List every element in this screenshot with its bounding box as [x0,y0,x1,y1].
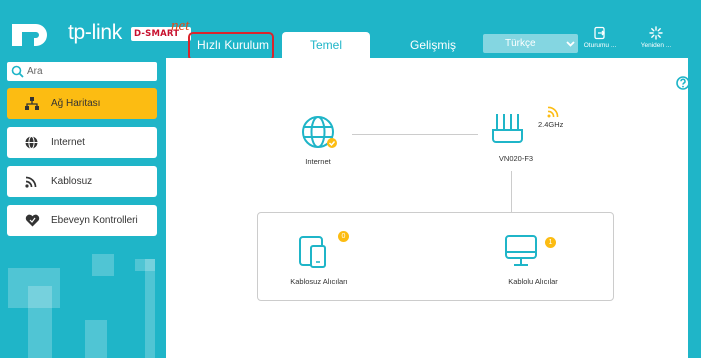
language-value: Türkçe [505,38,536,49]
internet-label: Internet [305,157,331,166]
tab-advanced[interactable]: Gelişmiş [390,32,476,58]
sidebar-item-wireless[interactable]: Kablosuz [7,166,157,197]
wired-count-badge: 1 [545,237,556,248]
logo-text: tp-link [68,21,122,44]
heart-icon [25,214,40,227]
router-node[interactable] [488,106,559,152]
decorative-shape [28,286,52,358]
globe-icon [302,116,337,148]
reboot-label: Yeniden ... [640,42,672,49]
router-label: VN020-F3 [498,154,534,163]
tab-basic[interactable]: Temel [282,32,370,58]
sidebar: Ara Ağ Haritası Internet Kablosuz Ebevey… [0,58,166,358]
router-icon [492,114,523,143]
decorative-shape [145,259,155,358]
sidebar-item-label: Kablosuz [51,176,93,187]
help-icon[interactable] [676,76,690,90]
network-map-icon [25,97,39,110]
brand-script: net [171,18,190,34]
sidebar-item-label: Ağ Haritası [51,98,101,109]
connection-line [511,171,512,212]
search-icon [11,65,24,78]
globe-icon [25,136,38,149]
wireless-count-badge: 0 [338,231,349,242]
header: tp-link D-SMART net Hızlı Kurulum Temel … [0,0,701,58]
sidebar-item-parental-controls[interactable]: Ebeveyn Kontrolleri [7,205,157,236]
highlight-box [188,32,274,61]
band-label: 2.4GHz [538,120,564,129]
wired-clients-label: Kablolu Alıcılar [508,277,558,286]
logout-icon [594,26,605,40]
reboot-button[interactable]: Yeniden ... [636,26,676,49]
tp-link-logo-icon [12,24,47,46]
logout-label: Oturumu ... [583,42,617,49]
sidebar-item-label: Ebeveyn Kontrolleri [51,215,138,226]
clients-box: 0 Kablosuz Alıcıları 1 Kablolu Alıcılar [257,212,614,301]
wifi-icon [25,176,37,188]
decorative-shape [92,254,114,276]
wifi-icon [547,106,559,118]
sidebar-item-label: Internet [51,137,85,148]
search-input[interactable]: Ara [7,62,157,81]
network-map-panel: Internet 2.4GHz VN020-F3 0 Kablosuz Alıc… [166,58,690,358]
sidebar-item-network-map[interactable]: Ağ Haritası [7,88,157,119]
decorative-shape [85,320,107,358]
language-select[interactable]: Türkçe [483,34,578,53]
chevron-down-icon [566,41,575,47]
wireless-clients-label: Kablosuz Alıcıları [290,277,348,286]
logout-button[interactable]: Oturumu ... [580,26,620,49]
devices-icon [299,236,326,268]
sidebar-item-internet[interactable]: Internet [7,127,157,158]
connection-line [352,134,478,135]
reboot-icon [649,26,663,40]
search-placeholder: Ara [27,66,43,77]
desktop-icon [505,235,537,266]
